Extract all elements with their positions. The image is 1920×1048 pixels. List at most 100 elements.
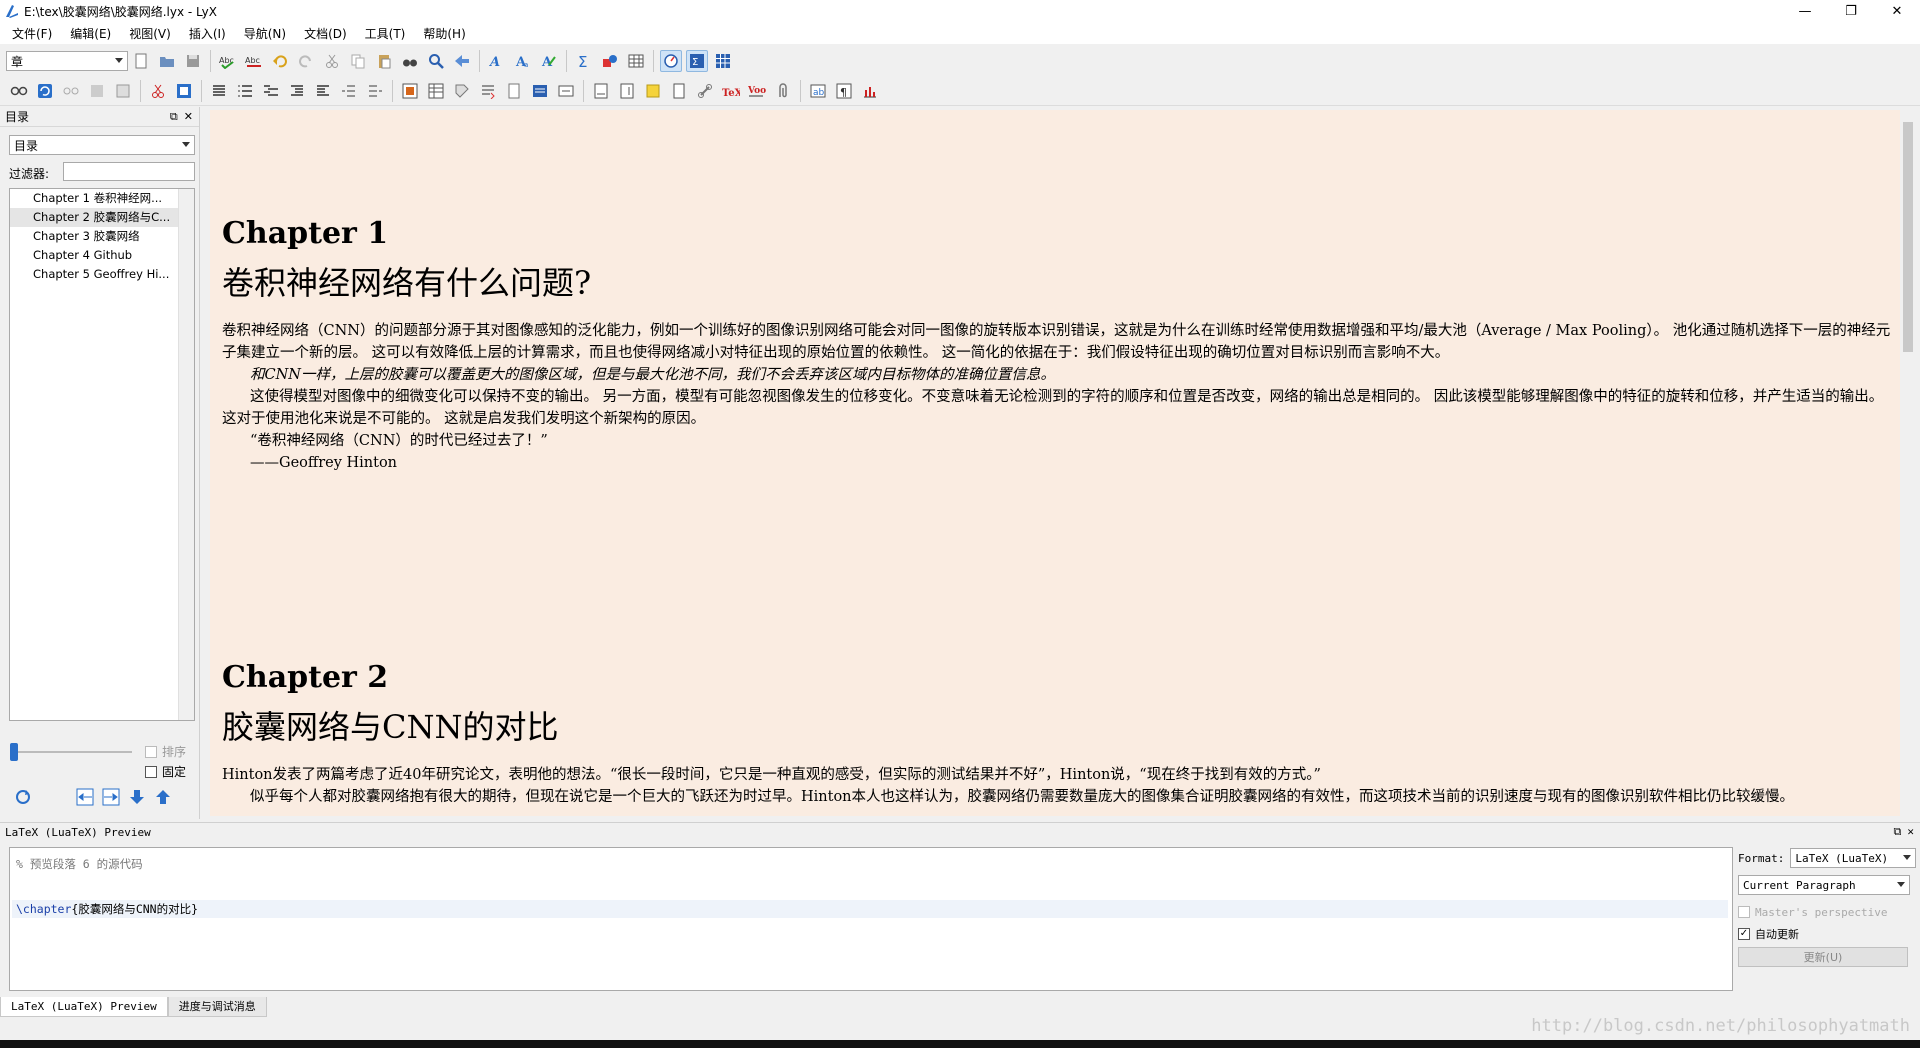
scope-combo[interactable]: Current Paragraph [1738, 875, 1910, 895]
apply-style-button[interactable]: A [538, 50, 560, 72]
redo-button[interactable] [295, 50, 317, 72]
move-up-button[interactable] [152, 786, 174, 808]
insert-tex-code-button[interactable]: TeX [720, 80, 742, 102]
keep-checkbox[interactable] [145, 765, 157, 778]
lyx-stats-button[interactable] [859, 80, 881, 102]
document-settings-button[interactable] [173, 80, 195, 102]
move-down-button[interactable] [126, 786, 148, 808]
promote-button[interactable] [74, 786, 96, 808]
find-replace-button[interactable] [399, 50, 421, 72]
toggle-math-panel-button[interactable] [712, 50, 734, 72]
editor-scrollbar-thumb[interactable] [1903, 122, 1913, 352]
open-button[interactable] [156, 50, 178, 72]
latex-source-view[interactable]: % 预览段落 6 的源代码 \chapter{胶囊网络与CNN的对比} [9, 847, 1733, 991]
save-button[interactable] [182, 50, 204, 72]
sort-checkbox-row[interactable]: 排序 [145, 743, 186, 760]
noun-button[interactable]: Aa [512, 50, 534, 72]
toc-type-combo[interactable]: 目录 [9, 135, 195, 155]
insert-nomenclature-button[interactable] [555, 80, 577, 102]
menu-help[interactable]: 帮助(H) [414, 25, 474, 42]
search-button[interactable] [425, 50, 447, 72]
insert-url-button[interactable] [694, 80, 716, 102]
float-panel-icon[interactable]: ⧉ [1894, 825, 1902, 839]
menu-insert[interactable]: 插入(I) [180, 25, 235, 42]
paragraph-style-combo[interactable]: 章 [6, 51, 128, 71]
format-combo[interactable]: LaTeX (LuaTeX) [1790, 848, 1916, 868]
toggle-paragraph-marks-button[interactable]: ¶ [833, 80, 855, 102]
export-button[interactable] [112, 80, 134, 102]
insert-note-button[interactable] [642, 80, 664, 102]
masters-perspective-row[interactable]: Master's perspective [1738, 901, 1916, 923]
paste-button[interactable] [373, 50, 395, 72]
insert-cross-ref-button[interactable] [477, 80, 499, 102]
editor-scrollbar[interactable] [1900, 110, 1916, 816]
filter-input[interactable] [63, 162, 195, 181]
description-button[interactable] [260, 80, 282, 102]
sort-checkbox[interactable] [145, 745, 157, 758]
menu-edit[interactable]: 编辑(E) [61, 25, 120, 42]
cut-pdf-button[interactable] [147, 80, 169, 102]
keep-checkbox-row[interactable]: 固定 [145, 763, 186, 780]
toggle-toc-button[interactable] [660, 50, 682, 72]
auto-update-checkbox[interactable]: ✓ [1738, 928, 1750, 940]
insert-table-float-button[interactable] [425, 80, 447, 102]
insert-figure-float-button[interactable] [399, 80, 421, 102]
copy-button[interactable] [347, 50, 369, 72]
view-button[interactable] [8, 80, 30, 102]
close-button[interactable]: ✕ [1874, 0, 1920, 22]
toc-item[interactable]: Chapter 5 Geoffrey Hi... [10, 265, 178, 284]
insert-label-button[interactable] [451, 80, 473, 102]
outdent-button[interactable] [312, 80, 334, 102]
close-panel-icon[interactable]: ✕ [1907, 825, 1914, 839]
insert-math-button[interactable]: Σ [573, 50, 595, 72]
depth-decrease-button[interactable] [338, 80, 360, 102]
toc-refresh-button[interactable] [12, 786, 34, 808]
menu-document[interactable]: 文档(D) [295, 25, 356, 42]
toc-scrollbar[interactable] [178, 189, 194, 720]
back-button[interactable] [451, 50, 473, 72]
menu-view[interactable]: 视图(V) [120, 25, 180, 42]
toc-item[interactable]: Chapter 1 卷积神经网... [10, 189, 178, 208]
toggle-preview-button[interactable]: Σ [686, 50, 708, 72]
change-tracking-button[interactable]: ab [807, 80, 829, 102]
toc-item[interactable]: Chapter 4 Github [10, 246, 178, 265]
insert-footnote-button[interactable] [590, 80, 612, 102]
insert-table-button[interactable] [625, 50, 647, 72]
insert-marginal-note-button[interactable] [616, 80, 638, 102]
depth-increase-button[interactable] [364, 80, 386, 102]
toc-item[interactable]: Chapter 2 胶囊网络与C... [10, 208, 178, 227]
update-button[interactable] [34, 80, 56, 102]
insert-attachment-button[interactable] [772, 80, 794, 102]
close-panel-icon[interactable]: ✕ [184, 110, 193, 124]
spellcheck-button[interactable]: Abc [217, 50, 239, 72]
undo-button[interactable] [269, 50, 291, 72]
depth-slider-handle[interactable] [10, 743, 18, 761]
auto-update-row[interactable]: ✓ 自动更新 [1738, 923, 1916, 945]
update-button[interactable]: 更新(U) [1738, 947, 1908, 967]
toc-item[interactable]: Chapter 3 胶囊网络 [10, 227, 178, 246]
document-editor[interactable]: Chapter 1 卷积神经网络有什么问题? 卷积神经网络（CNN）的问题部分源… [210, 110, 1900, 816]
insert-index-button[interactable] [529, 80, 551, 102]
insert-math-macro-button[interactable]: Voo [746, 80, 768, 102]
insert-citation-button[interactable] [503, 80, 525, 102]
update-master-button[interactable] [86, 80, 108, 102]
menu-tools[interactable]: 工具(T) [356, 25, 415, 42]
indent-button[interactable] [286, 80, 308, 102]
emphasis-button[interactable]: A [486, 50, 508, 72]
itemize-button[interactable] [208, 80, 230, 102]
tab-progress-debug[interactable]: 进度与调试消息 [167, 997, 267, 1017]
thesaurus-button[interactable]: Abc [243, 50, 265, 72]
tab-latex-preview[interactable]: LaTeX (LuaTeX) Preview [0, 997, 168, 1017]
demote-button[interactable] [100, 786, 122, 808]
minimize-button[interactable]: — [1782, 0, 1828, 22]
new-document-button[interactable] [130, 50, 152, 72]
insert-box-button[interactable] [668, 80, 690, 102]
insert-graphics-button[interactable] [599, 50, 621, 72]
cut-button[interactable] [321, 50, 343, 72]
masters-perspective-checkbox[interactable] [1738, 906, 1750, 918]
maximize-button[interactable]: ❐ [1828, 0, 1874, 22]
enumerate-button[interactable] [234, 80, 256, 102]
float-panel-icon[interactable]: ⧉ [170, 110, 178, 124]
view-master-button[interactable] [60, 80, 82, 102]
menu-file[interactable]: 文件(F) [3, 25, 61, 42]
